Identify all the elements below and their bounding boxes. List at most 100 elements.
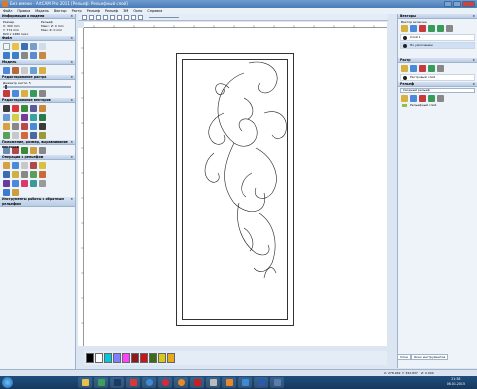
paste-icon[interactable] (39, 52, 46, 59)
zoom-in-icon[interactable] (82, 15, 87, 20)
offset-relief-icon[interactable] (39, 171, 46, 178)
spin-icon[interactable] (21, 162, 28, 169)
smooth-relief-icon[interactable] (3, 171, 10, 178)
open-icon[interactable] (12, 43, 19, 50)
align-center-icon[interactable] (30, 147, 37, 154)
sweep-icon[interactable] (39, 162, 46, 169)
visibility-icon[interactable] (403, 36, 407, 40)
model-header[interactable]: Модель (0, 60, 75, 65)
text-icon[interactable] (39, 114, 46, 121)
vectors-header[interactable]: Векторы (398, 14, 477, 19)
new-layer-icon[interactable] (401, 25, 408, 32)
fillet-icon[interactable] (30, 132, 37, 139)
relief-3d-icon[interactable] (3, 189, 10, 196)
paste-relief-icon[interactable] (12, 180, 19, 187)
taskbar-explorer[interactable] (78, 377, 92, 388)
align-icon[interactable] (30, 105, 37, 112)
save-icon[interactable] (21, 43, 28, 50)
new-raster-icon[interactable] (401, 65, 408, 72)
relief-props-icon[interactable] (437, 95, 444, 102)
close-button[interactable] (462, 1, 475, 7)
layer-down-icon[interactable] (437, 25, 444, 32)
close-vector-icon[interactable] (21, 132, 28, 139)
swatch-green[interactable] (149, 353, 157, 363)
model-material-icon[interactable] (39, 67, 46, 74)
texture-icon[interactable] (30, 171, 37, 178)
swatch-cyan[interactable] (104, 353, 112, 363)
raster-props-icon[interactable] (437, 65, 444, 72)
zoom-fit-icon[interactable] (96, 15, 101, 20)
join-icon[interactable] (12, 123, 19, 130)
dimension-icon[interactable] (39, 132, 46, 139)
design-canvas[interactable] (84, 28, 387, 346)
reset-relief-icon[interactable] (39, 180, 46, 187)
zoom-out-icon[interactable] (89, 15, 94, 20)
swatch-magenta[interactable] (122, 353, 130, 363)
tab-layers[interactable]: Слои (397, 354, 411, 360)
turn-icon[interactable] (30, 162, 37, 169)
floral-ornament-vector[interactable] (194, 53, 294, 283)
polyline-icon[interactable] (21, 114, 28, 121)
envelope-icon[interactable] (30, 180, 37, 187)
copy-raster-icon[interactable] (410, 65, 417, 72)
taskbar-app[interactable] (126, 377, 140, 388)
rectangle-icon[interactable] (3, 114, 10, 121)
swatch-maroon[interactable] (131, 353, 139, 363)
taskbar-photoshop[interactable] (110, 377, 124, 388)
offset-icon[interactable] (21, 123, 28, 130)
rotate-icon[interactable] (21, 147, 28, 154)
taskbar-chrome[interactable] (142, 377, 156, 388)
merge-relief-icon[interactable] (21, 180, 28, 187)
view-3d-icon[interactable] (138, 15, 143, 20)
swatch-orange[interactable] (167, 353, 175, 363)
new-relief-icon[interactable] (401, 95, 408, 102)
relief-combo-select[interactable]: Сводный рельеф (400, 88, 475, 93)
pan-icon[interactable] (117, 15, 122, 20)
layer-up-icon[interactable] (428, 25, 435, 32)
copy-relief-icon[interactable] (410, 95, 417, 102)
extrude-icon[interactable] (12, 162, 19, 169)
vector-layer-1[interactable]: Слой 1 (400, 34, 475, 41)
raster-up-icon[interactable] (428, 65, 435, 72)
vector-layer-default[interactable]: По умолчанию (400, 42, 475, 49)
visibility-icon[interactable] (403, 76, 407, 80)
pencil-icon[interactable] (21, 90, 28, 97)
taskbar-word[interactable] (254, 377, 268, 388)
taskbar-opera[interactable] (158, 377, 172, 388)
relief-up-icon[interactable] (428, 95, 435, 102)
copy-icon[interactable] (30, 52, 37, 59)
eraser-icon[interactable] (39, 90, 46, 97)
sculpt-icon[interactable] (12, 171, 19, 178)
swatch-black[interactable] (86, 353, 94, 363)
info-header[interactable]: Информация о модели (0, 14, 75, 19)
zoom-previous-icon[interactable] (110, 15, 115, 20)
eyedropper-icon[interactable] (30, 90, 37, 97)
relief-ops-header[interactable]: Операции с рельефом (0, 155, 75, 160)
taskbar-firefox[interactable] (174, 377, 188, 388)
taskbar-calc[interactable] (206, 377, 220, 388)
trim-icon[interactable] (3, 123, 10, 130)
raster-layer[interactable]: Растровый слой (400, 74, 475, 81)
transform-icon[interactable] (21, 105, 28, 112)
scale-relief-icon[interactable] (21, 171, 28, 178)
delete-relief-icon[interactable] (419, 95, 426, 102)
node-edit-icon[interactable] (12, 105, 19, 112)
swatch-red[interactable] (140, 353, 148, 363)
grid-icon[interactable] (124, 15, 129, 20)
swatch-yellow[interactable] (158, 353, 166, 363)
star-icon[interactable] (30, 114, 37, 121)
redo-icon[interactable] (12, 52, 19, 59)
maximize-button[interactable] (453, 1, 461, 7)
relief-header[interactable]: Рельеф (398, 82, 477, 87)
visibility-icon[interactable] (403, 44, 407, 48)
ellipse-icon[interactable] (12, 114, 19, 121)
cut-icon[interactable] (21, 52, 28, 59)
layer-props-icon[interactable] (446, 25, 453, 32)
weld-icon[interactable] (39, 123, 46, 130)
taskbar-media[interactable] (94, 377, 108, 388)
distribute-icon[interactable] (39, 147, 46, 154)
shape-editor-icon[interactable] (3, 162, 10, 169)
select-icon[interactable] (3, 105, 10, 112)
relief-clipart-icon[interactable] (12, 189, 19, 196)
delete-layer-icon[interactable] (419, 25, 426, 32)
